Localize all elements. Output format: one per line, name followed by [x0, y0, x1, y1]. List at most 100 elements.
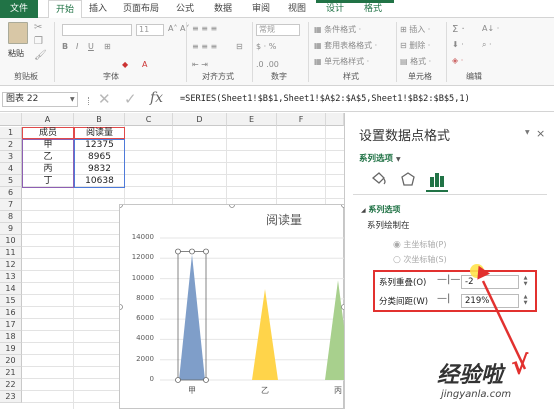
- selection-handle[interactable]: [175, 377, 181, 383]
- row-header[interactable]: 19: [0, 343, 22, 355]
- sort-filter-icon[interactable]: A↓ ·: [482, 24, 499, 33]
- italic-icon[interactable]: I: [76, 42, 78, 51]
- paste-button[interactable]: 粘贴: [8, 48, 24, 59]
- row-header[interactable]: 18: [0, 331, 22, 343]
- font-size-select[interactable]: 11: [136, 24, 164, 36]
- decimal-icon[interactable]: .0 .00: [256, 60, 279, 69]
- formula-input[interactable]: =SERIES(Sheet1!$B$1,Sheet1!$A$2:$A$5,She…: [180, 92, 552, 107]
- fill-line-icon[interactable]: [370, 171, 388, 187]
- cut-icon[interactable]: ✂: [34, 22, 42, 33]
- chart-bar[interactable]: [179, 254, 205, 380]
- accounting-format-icon[interactable]: $ · %: [256, 42, 276, 51]
- border-icon[interactable]: ⊞: [104, 42, 111, 51]
- column-header-b[interactable]: B: [74, 113, 125, 126]
- row-header[interactable]: 8: [0, 211, 22, 223]
- cell-b3[interactable]: 8965: [74, 151, 125, 163]
- row-header[interactable]: 20: [0, 355, 22, 367]
- row-header[interactable]: 16: [0, 307, 22, 319]
- tab-view[interactable]: 视图: [282, 0, 312, 18]
- row-header[interactable]: 12: [0, 259, 22, 271]
- number-format-select[interactable]: 常规: [256, 24, 300, 36]
- row-header[interactable]: 4: [0, 163, 22, 175]
- row-header[interactable]: 2: [0, 139, 22, 151]
- tab-insert[interactable]: 插入: [84, 0, 112, 18]
- row-header[interactable]: 5: [0, 175, 22, 187]
- cell-b2[interactable]: 12375: [74, 139, 125, 151]
- cell-b1[interactable]: 阅读量: [74, 127, 125, 139]
- row-header[interactable]: 3: [0, 151, 22, 163]
- font-color-icon[interactable]: A: [142, 60, 147, 69]
- tab-page-layout[interactable]: 页面布局: [118, 0, 164, 18]
- row-header[interactable]: 17: [0, 319, 22, 331]
- series-options-icon[interactable]: [428, 170, 446, 188]
- clear-icon[interactable]: ◈ ·: [452, 56, 463, 65]
- row-header[interactable]: 22: [0, 379, 22, 391]
- indent-icon[interactable]: ⇤ ⇥: [192, 60, 208, 69]
- row-header[interactable]: 9: [0, 223, 22, 235]
- cell-a4[interactable]: 丙: [22, 163, 74, 175]
- merge-icon[interactable]: ⊟: [236, 42, 243, 51]
- row-header[interactable]: 21: [0, 367, 22, 379]
- gap-width-slider[interactable]: —|: [437, 293, 450, 304]
- format-cells-button[interactable]: ▤ 格式 ·: [400, 56, 431, 67]
- tab-review[interactable]: 审阅: [246, 0, 276, 18]
- row-header[interactable]: 15: [0, 295, 22, 307]
- underline-icon[interactable]: U: [88, 42, 94, 51]
- effects-icon[interactable]: [399, 171, 417, 187]
- row-header[interactable]: 10: [0, 235, 22, 247]
- tab-design[interactable]: 设计: [318, 0, 352, 18]
- section-series-options[interactable]: ◢ 系列选项: [361, 204, 400, 215]
- chart-bar[interactable]: [252, 289, 278, 380]
- name-box-dropdown-icon[interactable]: ▼: [70, 96, 75, 103]
- format-as-table-button[interactable]: ▦ 套用表格格式 ·: [314, 40, 377, 51]
- series-options-dropdown[interactable]: 系列选项 ▼: [359, 152, 401, 164]
- column-header-f[interactable]: F: [277, 113, 326, 126]
- column-header-d[interactable]: D: [173, 113, 227, 126]
- copy-icon[interactable]: ❐: [34, 36, 43, 47]
- primary-axis-option[interactable]: ◉ 主坐标轴(P): [393, 239, 446, 250]
- delete-cells-button[interactable]: ⊟ 删除 ·: [400, 40, 430, 51]
- cell-a5[interactable]: 丁: [22, 175, 74, 187]
- select-all-corner[interactable]: [0, 113, 22, 126]
- insert-function-icon[interactable]: fx: [150, 90, 163, 106]
- align-top-icon[interactable]: ≡ ≡ ≡: [192, 24, 217, 33]
- row-header[interactable]: 1: [0, 127, 22, 139]
- selection-handle[interactable]: [189, 248, 195, 255]
- row-header[interactable]: 11: [0, 247, 22, 259]
- row-header[interactable]: 23: [0, 391, 22, 403]
- format-painter-icon[interactable]: 🖌: [34, 50, 47, 61]
- tab-formulas[interactable]: 公式: [170, 0, 200, 18]
- cell-styles-button[interactable]: ▦ 单元格样式 ·: [314, 56, 369, 67]
- cell-a1[interactable]: 成员: [22, 127, 74, 139]
- insert-cells-button[interactable]: ⊞ 插入 ·: [400, 24, 430, 35]
- chart-bar[interactable]: [325, 280, 345, 380]
- pane-options-icon[interactable]: ▼: [525, 129, 530, 136]
- fill-icon[interactable]: ⬇ ·: [452, 40, 464, 49]
- series-overlap-slider[interactable]: —|—: [437, 274, 460, 285]
- secondary-axis-option[interactable]: ○ 次坐标轴(S): [393, 254, 447, 265]
- pane-close-icon[interactable]: ×: [536, 127, 545, 140]
- enter-icon[interactable]: ✓: [124, 90, 137, 108]
- cell-b5[interactable]: 10638: [74, 175, 125, 187]
- align-left-icon[interactable]: ≡ ≡ ≡: [192, 42, 217, 51]
- column-header-a[interactable]: A: [22, 113, 74, 126]
- autosum-icon[interactable]: Σ ·: [452, 24, 465, 35]
- selection-handle[interactable]: [203, 248, 209, 255]
- selection-handle[interactable]: [175, 248, 181, 255]
- find-select-icon[interactable]: ⌕ ·: [482, 40, 492, 50]
- selection-handle[interactable]: [203, 377, 209, 383]
- row-header[interactable]: 7: [0, 199, 22, 211]
- cancel-icon[interactable]: ✕: [98, 90, 111, 108]
- chart-area[interactable]: 阅读量 14000 12000 10000 8000 6000 4000 2000 0 甲乙丙: [119, 204, 345, 409]
- cell-a3[interactable]: 乙: [22, 151, 74, 163]
- conditional-format-button[interactable]: ▦ 条件格式 ·: [314, 24, 361, 35]
- fill-color-icon[interactable]: ◆: [122, 60, 128, 69]
- tab-file[interactable]: 文件: [0, 0, 38, 18]
- column-header-g[interactable]: [326, 113, 344, 126]
- tab-data[interactable]: 数据: [208, 0, 238, 18]
- column-header-c[interactable]: C: [125, 113, 173, 126]
- name-box[interactable]: 图表 22: [2, 92, 78, 107]
- row-header[interactable]: 13: [0, 271, 22, 283]
- column-header-e[interactable]: E: [227, 113, 277, 126]
- chart-resize-handle[interactable]: [120, 205, 123, 208]
